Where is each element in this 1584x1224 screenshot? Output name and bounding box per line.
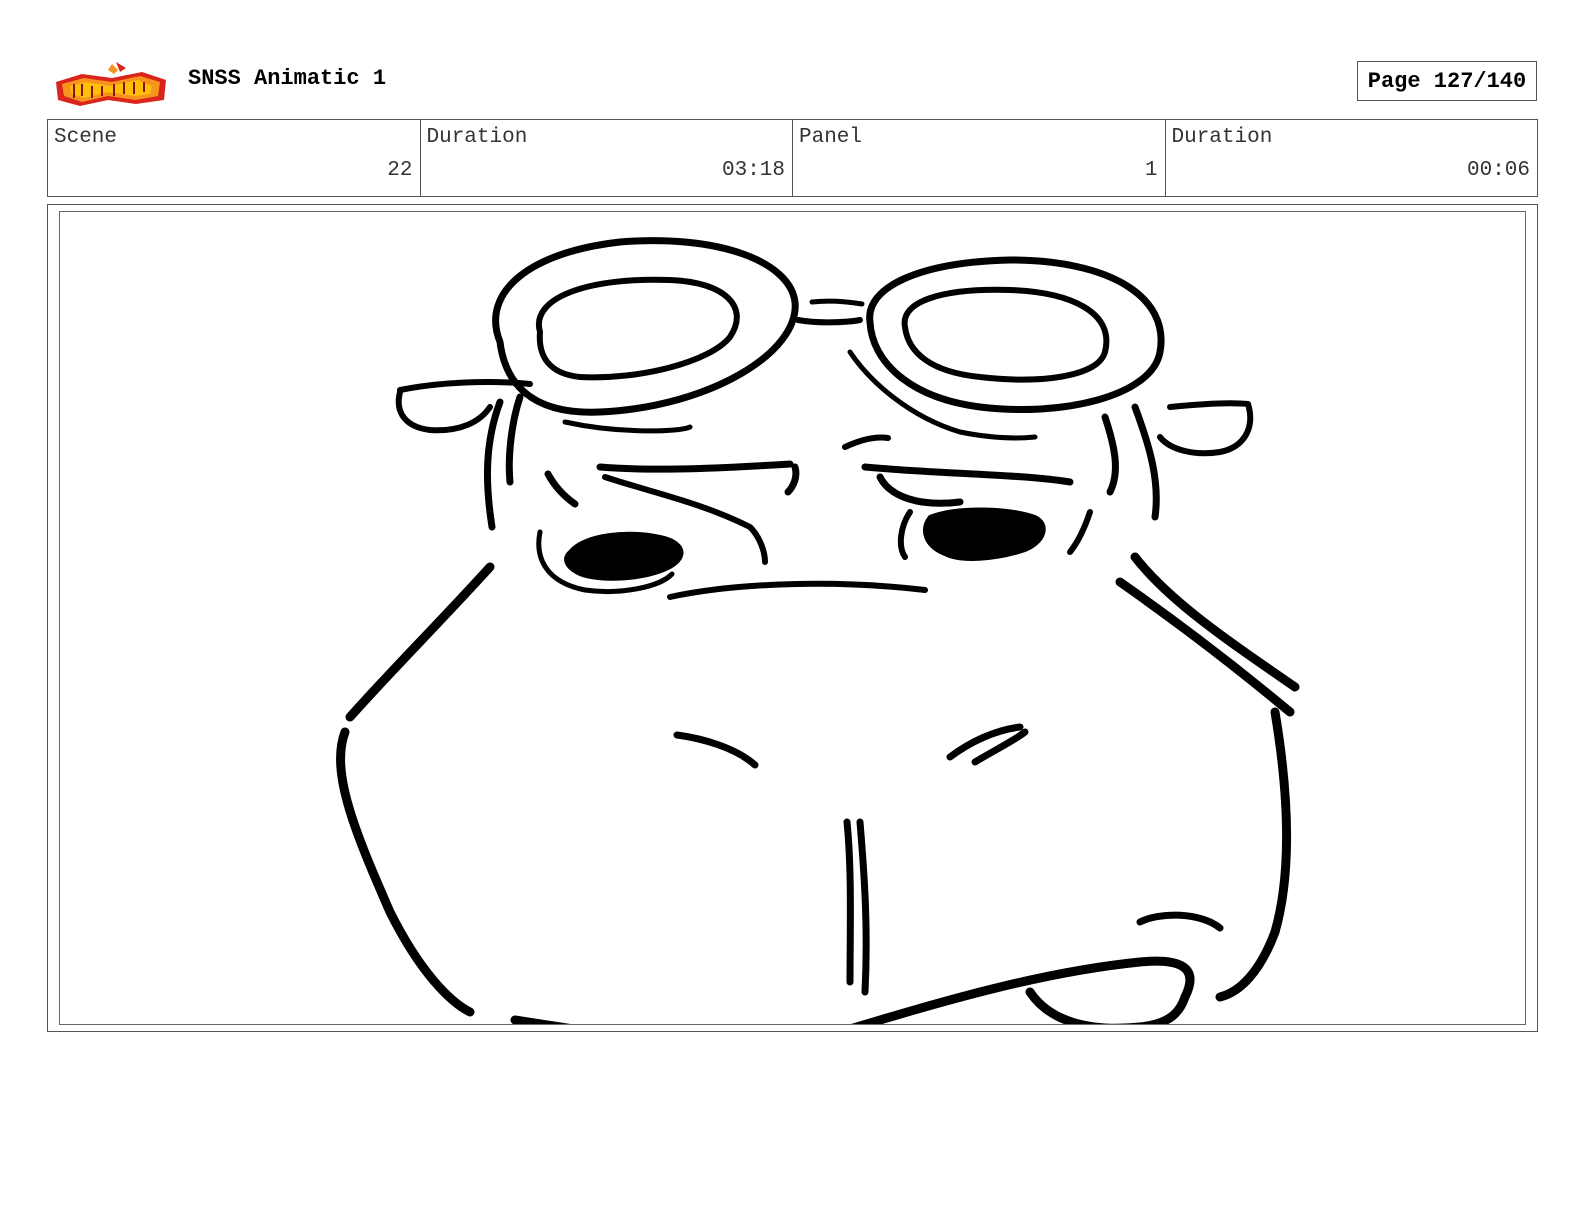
storyboard-sketch: [336, 237, 1300, 1024]
scene-label: Scene: [54, 126, 118, 149]
storyboard-panel-frame: [47, 204, 1538, 1032]
panel-duration-value: 00:06: [1466, 159, 1530, 182]
panel-duration-label: Duration: [1171, 126, 1273, 149]
scene-duration-value: 03:18: [721, 159, 785, 182]
head-outline-sketch: [336, 552, 1300, 1017]
scene-info-table: Scene 22 Duration 03:18 Panel 1 Duration…: [47, 119, 1538, 197]
document-title: SNSS Animatic 1: [188, 66, 387, 91]
eyes-sketch: [536, 507, 1093, 595]
face-details-sketch: [673, 723, 1224, 996]
goggles-sketch: [395, 237, 1254, 457]
panel-duration-cell: Duration 00:06: [1166, 120, 1538, 196]
panel-cell: Panel 1: [793, 120, 1166, 196]
page-indicator: Page 127/140: [1357, 61, 1537, 101]
scene-duration-cell: Duration 03:18: [421, 120, 793, 196]
show-logo: [52, 60, 170, 108]
panel-label: Panel: [799, 126, 863, 149]
panel-value: 1: [1144, 159, 1158, 182]
scene-duration-label: Duration: [426, 126, 528, 149]
hair-sketch: [483, 393, 1160, 531]
storyboard-panel: [59, 211, 1526, 1025]
scene-value: 22: [387, 159, 413, 182]
mouth-line-sketch: [667, 580, 928, 600]
scene-cell: Scene 22: [48, 120, 421, 196]
